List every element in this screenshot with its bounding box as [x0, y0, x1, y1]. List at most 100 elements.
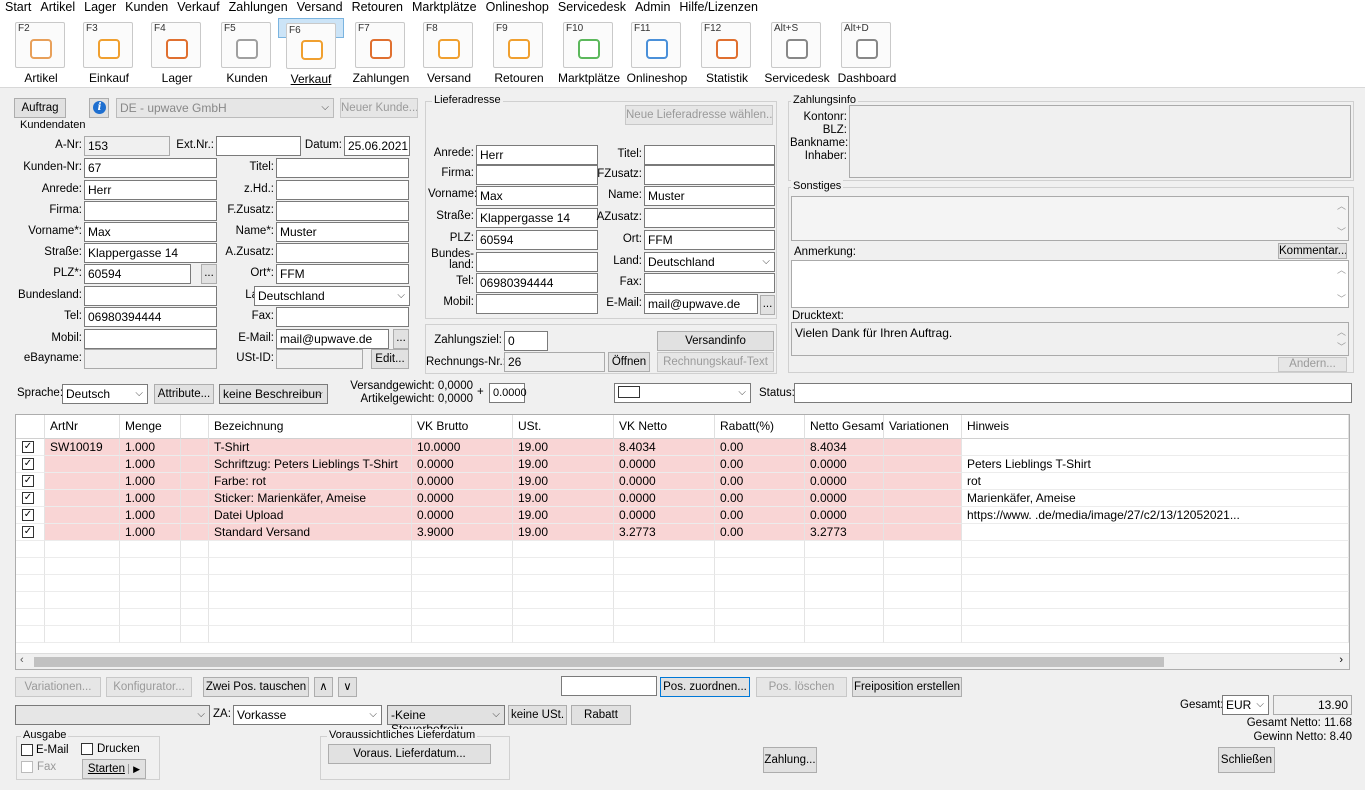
- currency-select[interactable]: EUR ⌵: [1222, 695, 1269, 715]
- attribute-button[interactable]: Attribute...: [154, 384, 214, 404]
- menu-item-8[interactable]: Marktplätze: [407, 0, 481, 16]
- menu-item-3[interactable]: Kunden: [120, 0, 172, 16]
- liefer-land-select[interactable]: Deutschland ⌵: [644, 252, 775, 272]
- toolbar-button-artikel[interactable]: F2 Artikel: [8, 18, 74, 88]
- toolbar-button-servicedesk[interactable]: Alt+S Servicedesk: [764, 18, 830, 88]
- toolbar-button-lager[interactable]: F4 Lager: [144, 18, 210, 88]
- liefer-name-field[interactable]: Muster: [644, 186, 775, 206]
- steuer-select[interactable]: -Keine Steuerbefreiu⌵: [387, 705, 505, 736]
- row-checkbox[interactable]: ✓: [22, 441, 34, 453]
- anrede-field[interactable]: Herr: [84, 180, 217, 200]
- fzusatz-field[interactable]: [276, 201, 409, 221]
- column-header[interactable]: Hinweis: [962, 415, 1349, 439]
- scrollbar-thumb[interactable]: [34, 657, 1164, 667]
- row-checkbox[interactable]: ✓: [22, 492, 34, 504]
- info-button[interactable]: i: [89, 98, 109, 118]
- table-row[interactable]: [16, 541, 1349, 558]
- beschreibung-select[interactable]: keine Beschreibun ⌵: [219, 384, 328, 404]
- liefer-titel-field[interactable]: [644, 145, 775, 165]
- menu-item-12[interactable]: Hilfe/Lizenzen: [674, 0, 762, 16]
- rabatt-button[interactable]: Rabatt: [571, 705, 631, 725]
- liefer-tel-field[interactable]: 06980394444: [476, 273, 598, 293]
- azusatz-field[interactable]: [276, 243, 409, 263]
- menu-item-1[interactable]: Artikel: [35, 0, 79, 16]
- zwei-pos-tauschen-button[interactable]: Zwei Pos. tauschen: [203, 677, 309, 697]
- email-button[interactable]: ...: [393, 329, 409, 349]
- column-header[interactable]: Netto Gesamt: [805, 415, 884, 439]
- strasse-field[interactable]: Klappergasse 14: [84, 243, 217, 263]
- menu-item-10[interactable]: Servicedesk: [553, 0, 630, 16]
- toolbar-button-verkauf[interactable]: F6 Verkauf: [278, 18, 344, 86]
- liefer-bundesland-field[interactable]: [476, 252, 598, 272]
- versandinfo-button[interactable]: Versandinfo: [657, 331, 774, 351]
- plz-lookup-button[interactable]: ...: [201, 264, 217, 284]
- kundennr-field[interactable]: 67: [84, 158, 217, 178]
- ustid-edit-button[interactable]: Edit...: [371, 349, 409, 369]
- menu-item-0[interactable]: Start: [0, 0, 35, 16]
- menu-item-11[interactable]: Admin: [630, 0, 674, 16]
- menu-item-6[interactable]: Versand: [292, 0, 347, 16]
- liefer-plz-field[interactable]: 60594: [476, 230, 598, 250]
- zahlungsziel-field[interactable]: 0: [504, 331, 548, 351]
- row-checkbox[interactable]: ✓: [22, 509, 34, 521]
- neue-lieferadresse-button[interactable]: Neue Lieferadresse wählen...: [625, 105, 773, 125]
- fax-field[interactable]: [276, 307, 409, 327]
- table-row[interactable]: [16, 592, 1349, 609]
- toolbar-button-onlineshop[interactable]: F11 Onlineshop: [624, 18, 690, 88]
- table-row[interactable]: [16, 558, 1349, 575]
- table-row[interactable]: ✓ SW10019 1.000 T-Shirt 10.0000 19.00 8.4034 0.…: [16, 439, 1349, 456]
- bottom-select[interactable]: ⌵: [15, 705, 210, 725]
- variationen-button[interactable]: Variationen...: [15, 677, 101, 697]
- extnr-field[interactable]: [216, 136, 301, 156]
- liefer-mobil-field[interactable]: [476, 294, 598, 314]
- fax-checkbox[interactable]: [21, 761, 33, 773]
- horizontal-scrollbar[interactable]: ‹ ›: [16, 653, 1349, 669]
- liefer-firma-field[interactable]: [476, 165, 598, 185]
- toolbar-button-zahlungen[interactable]: F7 Zahlungen: [348, 18, 414, 88]
- farbe-select[interactable]: ⌵: [614, 383, 751, 403]
- row-checkbox[interactable]: ✓: [22, 458, 34, 470]
- tel-field[interactable]: 06980394444: [84, 307, 217, 327]
- column-header[interactable]: Menge: [120, 415, 181, 439]
- za-select[interactable]: Vorkasse ⌵: [233, 705, 382, 725]
- sonstiges-textarea[interactable]: ︿ ﹀: [791, 196, 1349, 241]
- titel-field[interactable]: [276, 158, 409, 178]
- menu-item-2[interactable]: Lager: [79, 0, 120, 16]
- mobil-field[interactable]: [84, 329, 217, 349]
- column-header[interactable]: VK Brutto: [412, 415, 513, 439]
- table-row[interactable]: ✓ 1.000 Schriftzug: Peters Lieblings T-Shi…: [16, 456, 1349, 473]
- zusatzgewicht-field[interactable]: 0.0000: [489, 383, 527, 403]
- plz-field[interactable]: 60594: [84, 264, 191, 284]
- firma-select[interactable]: DE - upwave GmbH ⌵: [116, 98, 334, 118]
- status-field[interactable]: [794, 383, 1352, 403]
- rechnungskauf-text-button[interactable]: Rechnungskauf-Text: [657, 352, 774, 372]
- liefer-email-button[interactable]: ...: [760, 295, 775, 315]
- column-header[interactable]: ArtNr: [45, 415, 120, 439]
- liefer-email-field[interactable]: mail@upwave.de: [644, 294, 758, 314]
- pos-zuordnen-button[interactable]: Pos. zuordnen...: [660, 677, 750, 697]
- toolbar-button-dashboard[interactable]: Alt+D Dashboard: [834, 18, 900, 88]
- liefer-fzusatz-field[interactable]: [644, 165, 775, 185]
- aendern-button[interactable]: Ändern...: [1278, 357, 1347, 372]
- anmerkung-textarea[interactable]: ︿ ﹀: [791, 260, 1349, 308]
- sprache-select[interactable]: Deutsch ⌵: [62, 384, 148, 404]
- column-header[interactable]: USt.: [513, 415, 614, 439]
- column-header[interactable]: Rabatt(%): [715, 415, 805, 439]
- kommentar-button[interactable]: Kommentar...: [1278, 243, 1347, 259]
- column-header[interactable]: Bezeichnung: [209, 415, 412, 439]
- scroll-right-icon[interactable]: ›: [1339, 654, 1343, 666]
- keine-ust-button[interactable]: keine USt.: [508, 705, 567, 725]
- vorname-field[interactable]: Max: [84, 222, 217, 242]
- table-row[interactable]: ✓ 1.000 Standard Versand 3.9000 19.00 3.2773 0…: [16, 524, 1349, 541]
- toolbar-button-marktplätze[interactable]: F10 Marktplätze: [556, 18, 622, 88]
- email-field[interactable]: mail@upwave.de: [276, 329, 389, 349]
- firma-field[interactable]: [84, 201, 217, 221]
- column-header[interactable]: [16, 415, 45, 439]
- liefer-ort-field[interactable]: FFM: [644, 230, 775, 250]
- scroll-left-icon[interactable]: ‹: [20, 654, 24, 666]
- oeffnen-button[interactable]: Öffnen: [608, 352, 650, 372]
- row-checkbox[interactable]: ✓: [22, 526, 34, 538]
- menu-item-5[interactable]: Zahlungen: [224, 0, 292, 16]
- table-row[interactable]: [16, 626, 1349, 643]
- pos-search-field[interactable]: [561, 676, 657, 696]
